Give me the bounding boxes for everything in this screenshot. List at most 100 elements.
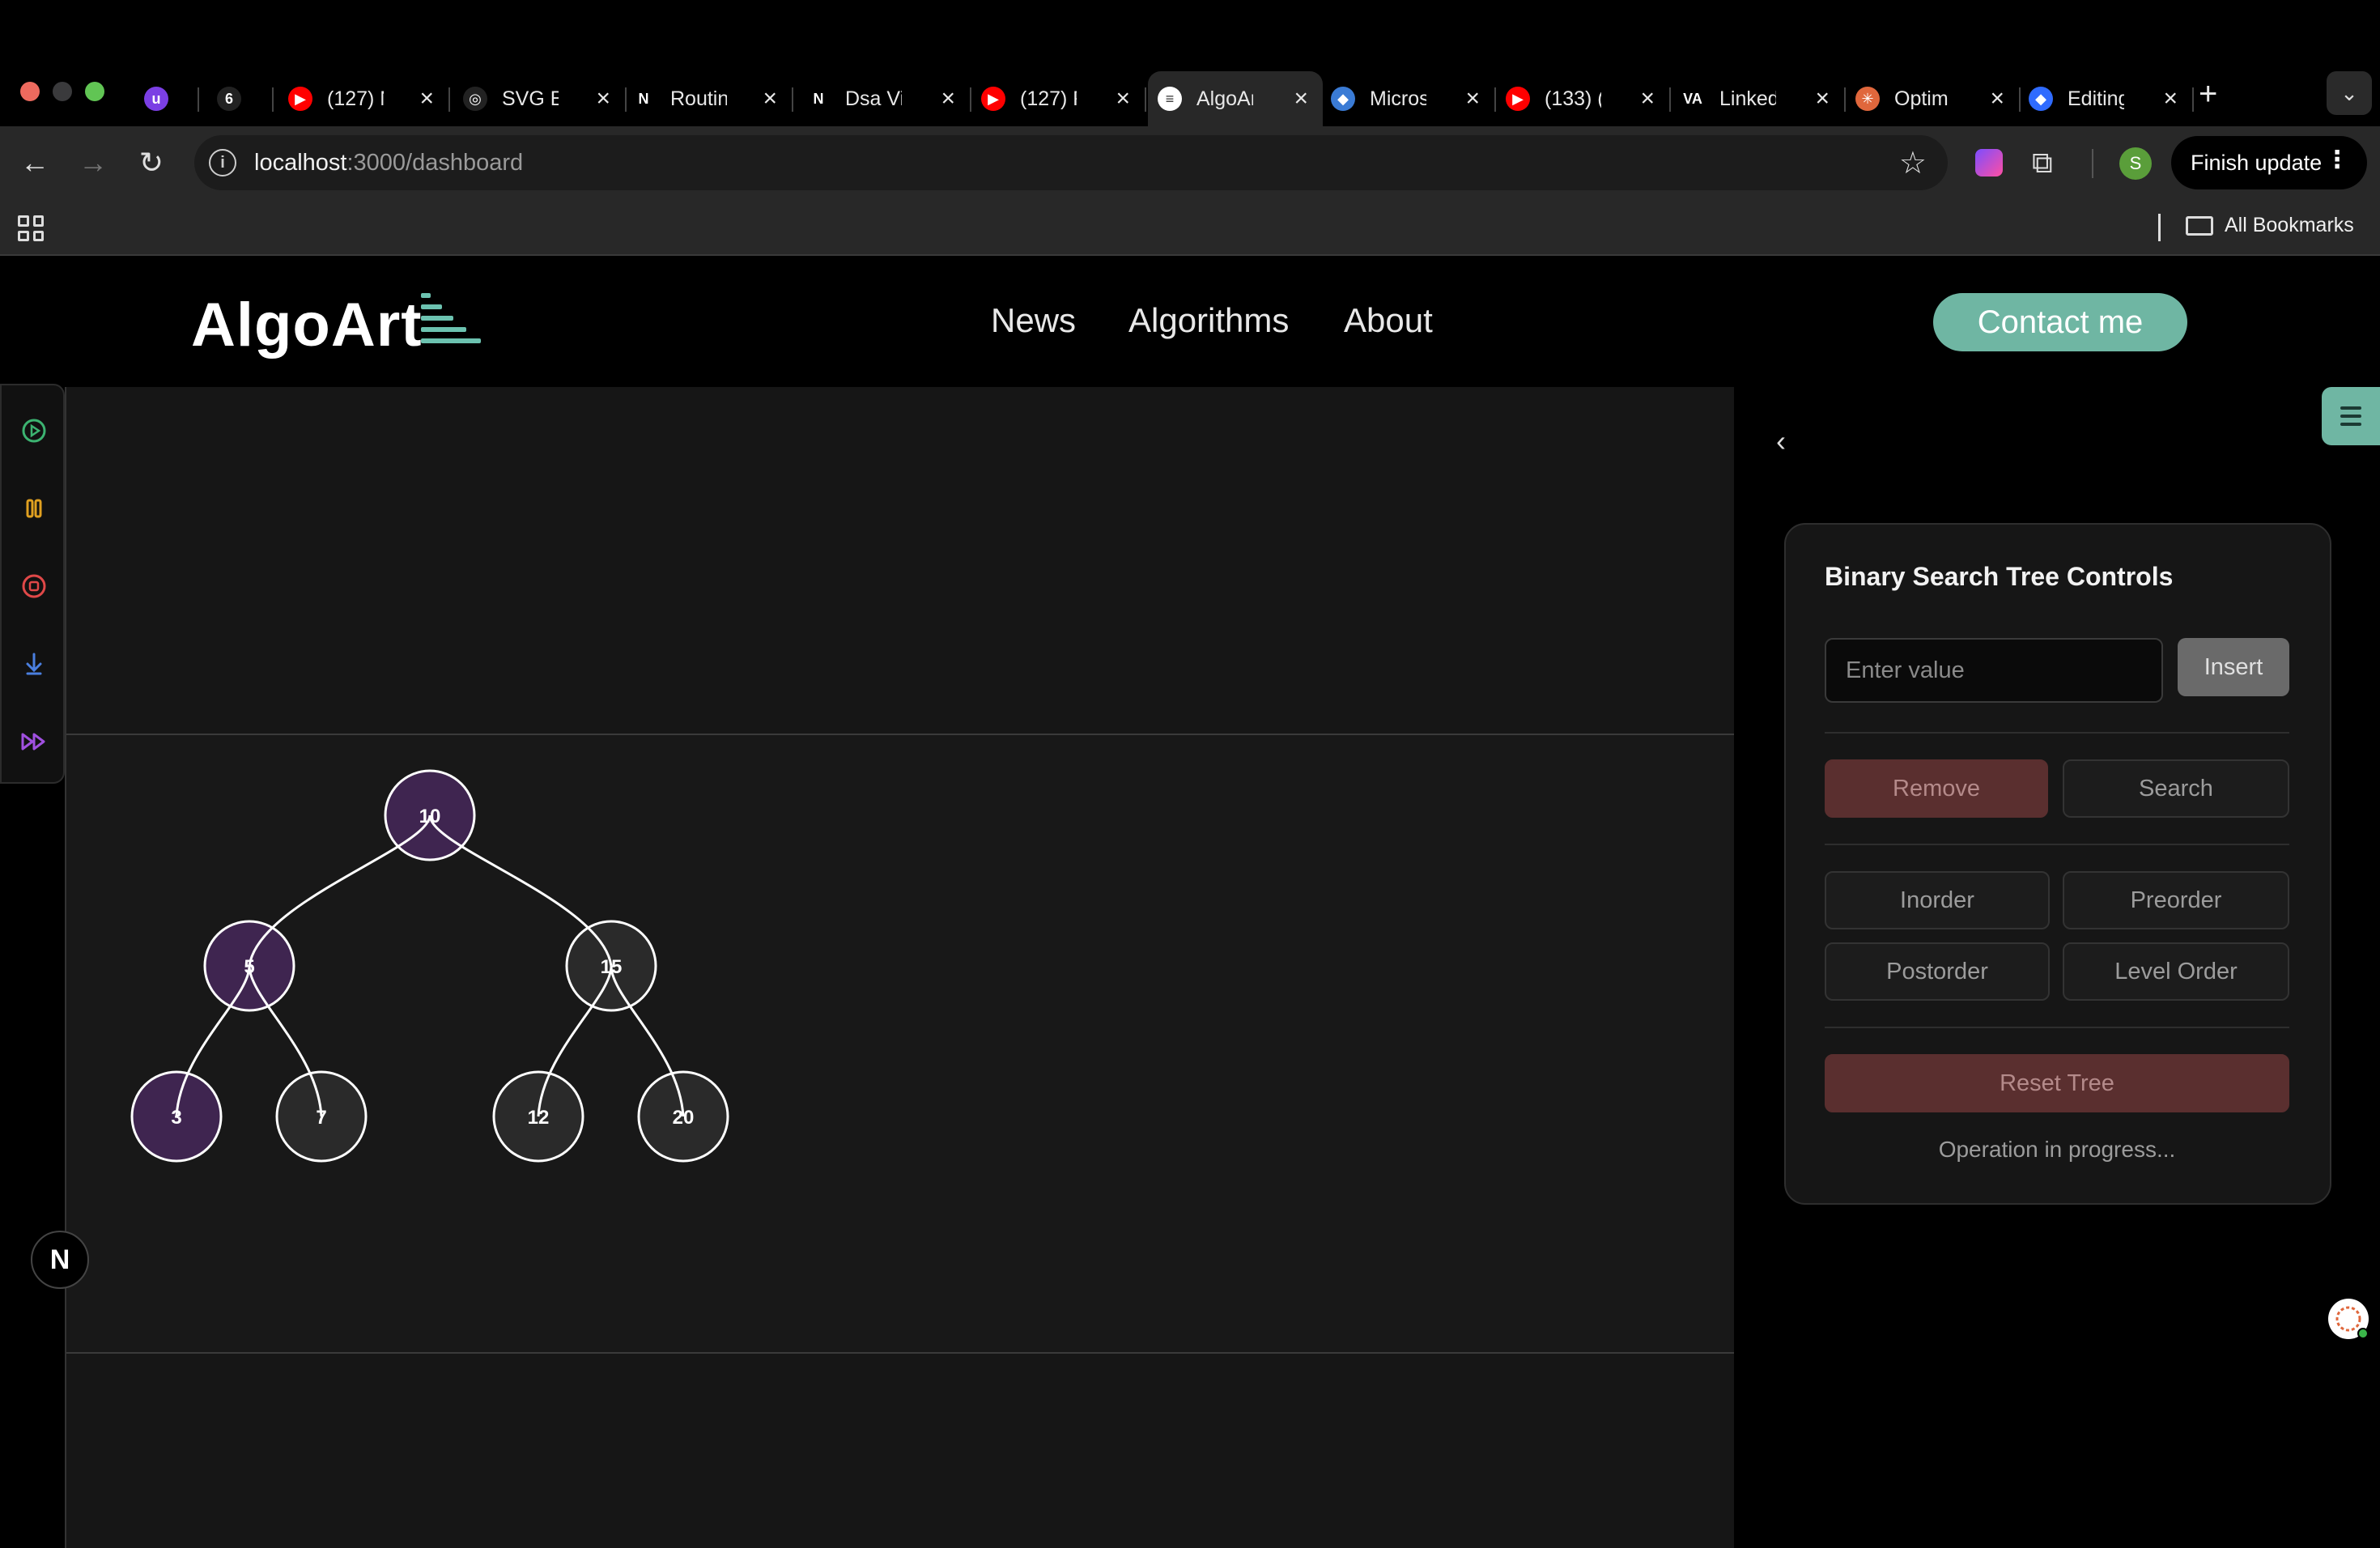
fast-forward-icon[interactable] [18,725,50,758]
reset-tree-button[interactable]: Reset Tree [1825,1054,2289,1112]
tab-favicon-icon: u [144,87,168,111]
postorder-button[interactable]: Postorder [1825,942,2050,1001]
tab-title: AlgoAr [1196,87,1253,110]
tab-close-icon[interactable]: × [1640,87,1655,111]
tab-close-icon[interactable]: × [941,87,955,111]
browser-tab[interactable]: u [134,71,199,126]
bookmarks-separator [2158,214,2161,241]
tab-favicon-icon: ▶ [981,87,1005,111]
bst-tree: 105 153 7 12 20 [130,769,729,1163]
reload-button[interactable]: ↻ [133,144,170,181]
extensions-puzzle-icon[interactable]: ⧉ [2032,146,2053,181]
pause-icon[interactable] [18,492,50,525]
browser-tab[interactable]: ≡ AlgoAr × [1148,71,1323,126]
logo-text[interactable]: AlgoArt [191,290,423,360]
site-info-icon[interactable]: i [209,149,236,176]
tab-close-icon[interactable]: × [1815,87,1830,111]
apps-grid-icon[interactable] [18,215,44,241]
browser-tab[interactable]: ◆ Editing × [2019,71,2194,126]
tab-title: Routin [670,87,727,110]
tab-title: Optim [1894,87,1949,110]
tab-favicon-icon: N [806,87,831,111]
browser-tab[interactable]: ▶ (127) F × [971,71,1146,126]
step-down-icon[interactable] [18,648,50,680]
remove-button[interactable]: Remove [1825,759,2048,818]
tab-separator [1145,87,1146,112]
controls-side-panel: ‹ Binary Search Tree Controls Insert Rem… [1734,387,2380,1548]
tab-title: (133) ( [1545,87,1601,110]
back-button[interactable]: ← [16,144,53,181]
finish-update-label: Finish update [2191,150,2323,175]
assistant-icon[interactable] [2328,1299,2369,1339]
tab-favicon-icon: ▶ [1506,87,1530,111]
window-close-button[interactable] [20,82,40,101]
divider [1825,1027,2289,1028]
tab-close-icon[interactable]: × [1990,87,2004,111]
tab-favicon-icon: ◆ [2029,87,2053,111]
profile-avatar[interactable]: S [2119,147,2152,180]
nextjs-badge-icon[interactable]: N [31,1231,89,1289]
forward-button[interactable]: → [74,144,112,181]
finish-update-button[interactable]: Finish update ⋮ [2171,136,2367,189]
divider [1825,844,2289,845]
tab-title: SVG E [502,87,559,110]
bookmarks-bar [0,199,2380,256]
folder-icon [2186,215,2213,236]
divider [1825,732,2289,734]
tab-close-icon[interactable]: × [1465,87,1480,111]
browser-tab[interactable]: ▶ (133) ( × [1496,71,1671,126]
tab-title: Editing [2068,87,2124,110]
collapse-chevron-icon[interactable]: ‹ [1776,424,1786,458]
nav-about[interactable]: About [1344,301,1433,340]
visualization-canvas: 10 5 15 3 7 12 20 [65,387,1736,1548]
level-order-button[interactable]: Level Order [2063,942,2289,1001]
insert-button[interactable]: Insert [2178,638,2289,696]
browser-tab[interactable]: 6 [207,71,274,126]
tab-close-icon[interactable]: × [419,87,434,111]
tab-title: Micros [1370,87,1426,110]
browser-tab[interactable]: N Dsa Vi × [797,71,971,126]
tab-title: Linked [1719,87,1776,110]
address-bar[interactable]: i localhost:3000/dashboard ☆ [194,135,1948,190]
tab-favicon-icon: ◆ [1331,87,1355,111]
window-minimize-button[interactable] [53,82,72,101]
more-menu-icon: ⋮ [2325,147,2349,173]
stop-icon[interactable] [18,570,50,602]
bookmark-star-icon[interactable]: ☆ [1899,145,1927,181]
search-button[interactable]: Search [2063,759,2289,818]
tab-separator [792,87,793,112]
tab-close-icon[interactable]: × [1116,87,1130,111]
inorder-button[interactable]: Inorder [1825,871,2050,929]
play-icon[interactable] [18,415,50,447]
contact-button[interactable]: Contact me [1933,293,2187,351]
tab-close-icon[interactable]: × [596,87,610,111]
controls-title: Binary Search Tree Controls [1825,562,2174,591]
browser-tabstrip: u 6 ▶ (127) N × ◎ SVG E × N Routin × N Dsa Vi × ▶ (127)… [0,0,2380,126]
tab-title: (127) N [327,87,384,110]
tab-search-button[interactable]: ⌄ [2327,71,2372,115]
tab-separator [2192,87,2194,112]
tree-panel: 10 5 15 3 7 12 20 [66,734,1736,1354]
browser-tab[interactable]: VA Linked × [1671,71,1846,126]
new-tab-button[interactable]: + [2199,76,2217,113]
logo-bars-icon [421,293,486,355]
browser-tab[interactable]: ◆ Micros × [1321,71,1496,126]
tab-close-icon[interactable]: × [1294,87,1308,111]
browser-tab[interactable]: ◎ SVG E × [453,71,627,126]
hamburger-menu-icon[interactable] [2322,387,2380,445]
value-input[interactable] [1825,638,2163,703]
tab-favicon-icon: ▶ [288,87,312,111]
url-text: localhost:3000/dashboard [254,150,524,176]
window-zoom-button[interactable] [85,82,104,101]
nav-algorithms[interactable]: Algorithms [1128,301,1289,340]
browser-tab[interactable]: ✳ Optim × [1846,71,2021,126]
all-bookmarks-button[interactable]: All Bookmarks [2186,214,2354,237]
browser-tab[interactable]: N Routin × [622,71,793,126]
extension-icon[interactable] [1975,149,2003,176]
tab-close-icon[interactable]: × [763,87,777,111]
browser-tab[interactable]: ▶ (127) N × [278,71,450,126]
tab-close-icon[interactable]: × [2163,87,2178,111]
tab-favicon-icon: ≡ [1158,87,1182,111]
preorder-button[interactable]: Preorder [2063,871,2289,929]
nav-news[interactable]: News [991,301,1076,340]
